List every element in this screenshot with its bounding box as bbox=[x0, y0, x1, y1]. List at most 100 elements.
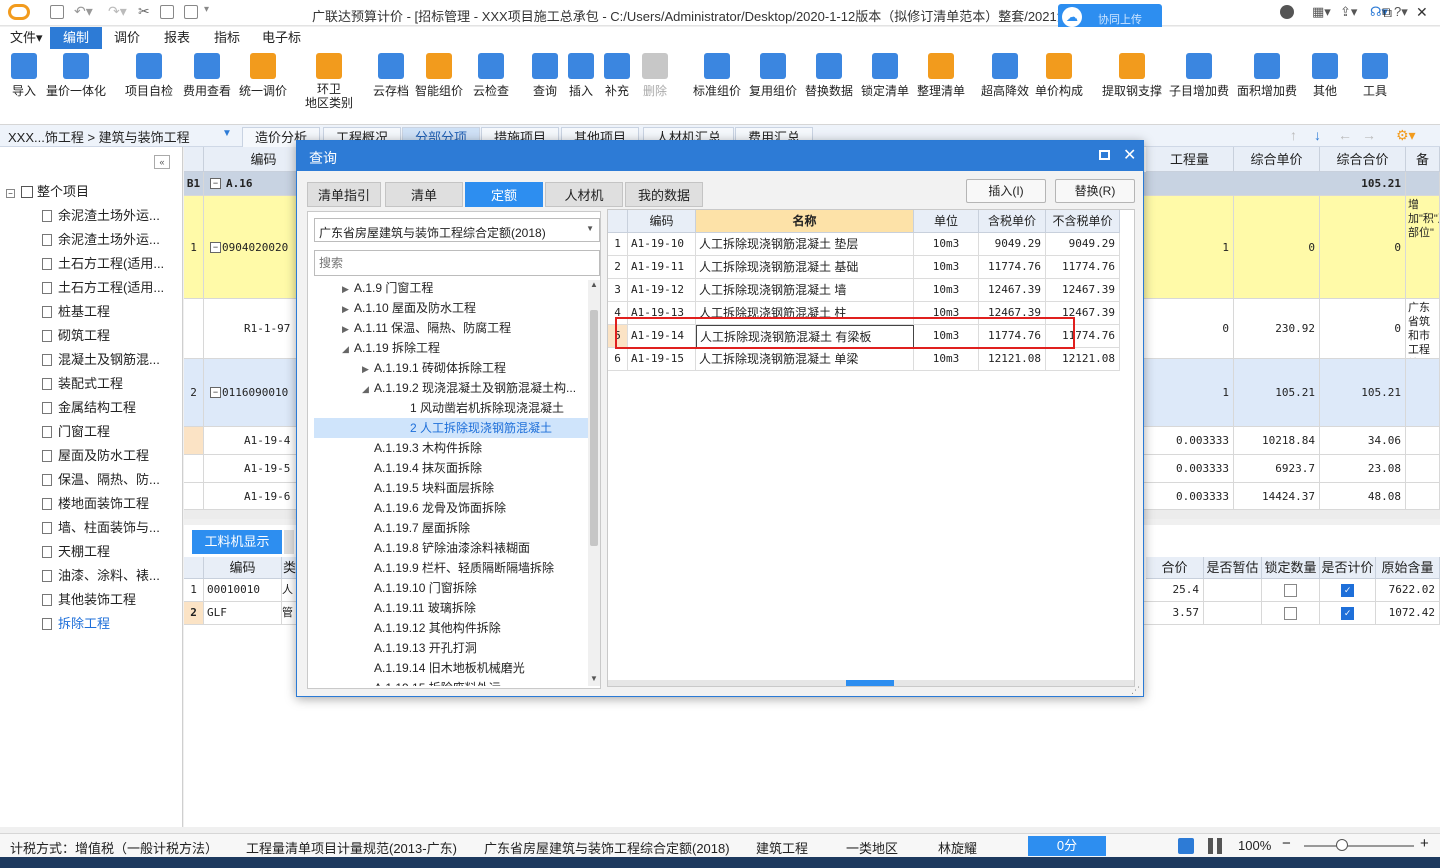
quota-tree-node[interactable]: A.1.19.6 龙骨及饰面拆除 bbox=[314, 498, 592, 518]
scroll-down-icon[interactable]: ▼ bbox=[590, 674, 598, 683]
results-horizontal-scrollbar[interactable] bbox=[608, 680, 1134, 686]
qty-price-button[interactable]: 量价一体化 bbox=[44, 53, 108, 98]
quota-tree-node[interactable]: ▶ A.1.19.1 砖砌体拆除工程 bbox=[314, 358, 592, 378]
redo-icon[interactable]: ↷▾ bbox=[108, 3, 127, 20]
results-header-tax-price[interactable]: 含税单价 bbox=[979, 210, 1046, 233]
menu-report[interactable]: 报表 bbox=[160, 27, 194, 49]
tree-scrollbar[interactable]: ▲ ▼ bbox=[588, 280, 600, 686]
delete-button[interactable]: 删除 bbox=[638, 53, 672, 98]
query-button[interactable]: 查询 bbox=[528, 53, 562, 98]
quota-tree-node[interactable]: A.1.19.9 栏杆、轻质隔断隔墙拆除 bbox=[314, 558, 592, 578]
view-mode-icon[interactable] bbox=[1178, 838, 1194, 854]
menu-adjust[interactable]: 调价 bbox=[110, 27, 144, 49]
quota-tree-node[interactable]: ▶ A.1.10 屋面及防水工程 bbox=[314, 298, 592, 318]
user-avatar-icon[interactable] bbox=[1280, 5, 1294, 19]
move-up-icon[interactable]: ↑ bbox=[1290, 127, 1297, 143]
results-header-notax-price[interactable]: 不含税单价 bbox=[1046, 210, 1120, 233]
resize-grip-icon[interactable]: ⋰ bbox=[1131, 685, 1140, 696]
extract-steel-button[interactable]: 提取钢支撑 bbox=[1100, 53, 1164, 98]
copy-icon[interactable] bbox=[160, 5, 174, 19]
quota-tree-node[interactable]: A.1.19.14 旧木地板机械磨光 bbox=[314, 658, 592, 678]
grid-header-note[interactable]: 备 bbox=[1406, 147, 1440, 172]
tools-button[interactable]: 工具 bbox=[1358, 53, 1392, 98]
priced-checkbox[interactable]: ✓ bbox=[1341, 583, 1354, 597]
height-reduce-button[interactable]: 超高降效 bbox=[978, 53, 1032, 98]
expand-arrow-icon[interactable]: ◢ bbox=[342, 339, 354, 359]
grid-header-total[interactable]: 综合合价 bbox=[1320, 147, 1406, 172]
standard-price-button[interactable]: 标准组价 bbox=[690, 53, 744, 98]
maximize-icon[interactable] bbox=[1099, 150, 1110, 160]
paste-icon[interactable] bbox=[184, 5, 198, 19]
status-score[interactable]: 0分 bbox=[1028, 836, 1106, 856]
unit-price-button[interactable]: 单价构成 bbox=[1032, 53, 1086, 98]
collapse-icon[interactable]: − bbox=[210, 178, 221, 189]
quota-tree-node[interactable]: 2 人工拆除现浇钢筋混凝土 bbox=[314, 418, 592, 438]
bottom-header-priced[interactable]: 是否计价 bbox=[1320, 557, 1376, 579]
quota-tree-node[interactable]: A.1.19.11 玻璃拆除 bbox=[314, 598, 592, 618]
expand-arrow-icon[interactable]: ◢ bbox=[362, 379, 374, 399]
quota-library-select[interactable]: 广东省房屋建筑与装饰工程综合定额(2018) ▼ bbox=[314, 218, 600, 242]
grid-header-qty[interactable]: 工程量 bbox=[1146, 147, 1234, 172]
area-fee-button[interactable]: 面积增加费 bbox=[1236, 53, 1298, 98]
dialog-tab-list[interactable]: 清单 bbox=[385, 182, 463, 207]
scroll-handle-icon[interactable] bbox=[846, 680, 894, 686]
quick-access-dropdown-icon[interactable]: ▾ bbox=[204, 4, 209, 15]
quota-tree-node[interactable]: A.1.19.7 屋面拆除 bbox=[314, 518, 592, 538]
zoom-in-icon[interactable]: + bbox=[1420, 835, 1429, 852]
save-icon[interactable] bbox=[50, 5, 64, 19]
lock-list-button[interactable]: 锁定清单 bbox=[858, 53, 912, 98]
dialog-tab-my-data[interactable]: 我的数据 bbox=[625, 182, 703, 207]
scroll-up-icon[interactable]: ▲ bbox=[590, 280, 598, 289]
expand-arrow-icon[interactable]: ▶ bbox=[342, 280, 354, 299]
quota-search-input[interactable] bbox=[314, 250, 600, 276]
other-button[interactable]: 其他 bbox=[1308, 53, 1342, 98]
bottom-header-total[interactable]: 合价 bbox=[1146, 557, 1204, 579]
menu-file[interactable]: 文件▾ bbox=[6, 27, 47, 49]
supplement-button[interactable]: 补充 bbox=[600, 53, 634, 98]
dialog-tab-labor-material[interactable]: 人材机 bbox=[545, 182, 623, 207]
results-header-name[interactable]: 名称 bbox=[696, 210, 914, 233]
collapse-icon[interactable]: − bbox=[210, 241, 221, 253]
results-header-unit[interactable]: 单位 bbox=[914, 210, 979, 233]
quota-tree-node[interactable]: A.1.19.4 抹灰面拆除 bbox=[314, 458, 592, 478]
collapse-panel-icon[interactable]: « bbox=[154, 155, 170, 169]
dialog-tab-quota[interactable]: 定额 bbox=[465, 182, 543, 207]
reuse-price-button[interactable]: 复用组价 bbox=[746, 53, 800, 98]
bottom-header-lock[interactable]: 锁定数量 bbox=[1262, 557, 1320, 579]
cut-icon[interactable]: ✂ bbox=[138, 3, 150, 20]
split-view-icon[interactable] bbox=[1208, 838, 1222, 854]
close-icon[interactable]: ✕ bbox=[1416, 4, 1428, 21]
share-icon[interactable]: ⇪▾ bbox=[1340, 4, 1357, 20]
quota-tree-node[interactable]: A.1.19.10 门窗拆除 bbox=[314, 578, 592, 598]
cloud-check-button[interactable]: 云检查 bbox=[468, 53, 514, 98]
lock-quantity-checkbox[interactable] bbox=[1284, 606, 1297, 620]
settings-icon[interactable]: ⚙▾ bbox=[1396, 127, 1416, 144]
replace-item-button[interactable]: 替换(R) bbox=[1055, 179, 1135, 203]
expand-arrow-icon[interactable]: ▶ bbox=[362, 359, 374, 379]
priced-checkbox[interactable]: ✓ bbox=[1341, 606, 1354, 620]
results-header-code[interactable]: 编码 bbox=[628, 210, 696, 233]
collapse-icon[interactable]: − bbox=[6, 189, 15, 198]
quota-tree-node[interactable]: 1 风动凿岩机拆除现浇混凝土 bbox=[314, 398, 592, 418]
cloud-save-button[interactable]: 云存档 bbox=[370, 53, 412, 98]
replace-data-button[interactable]: 替换数据 bbox=[802, 53, 856, 98]
dialog-title-bar[interactable]: 查询 ✕ bbox=[297, 141, 1143, 171]
smart-price-button[interactable]: 智能组价 bbox=[412, 53, 466, 98]
menu-ebid[interactable]: 电子标 bbox=[258, 27, 305, 49]
import-button[interactable]: 导入 bbox=[8, 53, 40, 98]
quota-tree-node[interactable]: ◢ A.1.19.2 现浇混凝土及钢筋混凝土构... bbox=[314, 378, 592, 398]
zoom-out-icon[interactable]: − bbox=[1282, 835, 1291, 852]
expand-arrow-icon[interactable]: ▶ bbox=[342, 319, 354, 339]
move-down-icon[interactable]: ↓ bbox=[1314, 127, 1321, 143]
organize-list-button[interactable]: 整理清单 bbox=[914, 53, 968, 98]
bottom-header-estimate[interactable]: 是否暂估 bbox=[1204, 557, 1262, 579]
dialog-close-icon[interactable]: ✕ bbox=[1123, 145, 1136, 165]
quota-tree-node[interactable]: A.1.19.3 木构件拆除 bbox=[314, 438, 592, 458]
quota-tree-node[interactable]: ▶ A.1.9 门窗工程 bbox=[314, 280, 592, 298]
self-check-button[interactable]: 项目自检 bbox=[122, 53, 176, 98]
lock-quantity-checkbox[interactable] bbox=[1284, 583, 1297, 597]
grid-header-unit-price[interactable]: 综合单价 bbox=[1234, 147, 1320, 172]
insert-button[interactable]: 插入 bbox=[564, 53, 598, 98]
collapse-icon[interactable]: − bbox=[210, 387, 221, 398]
menu-edit[interactable]: 编制 bbox=[50, 27, 103, 49]
